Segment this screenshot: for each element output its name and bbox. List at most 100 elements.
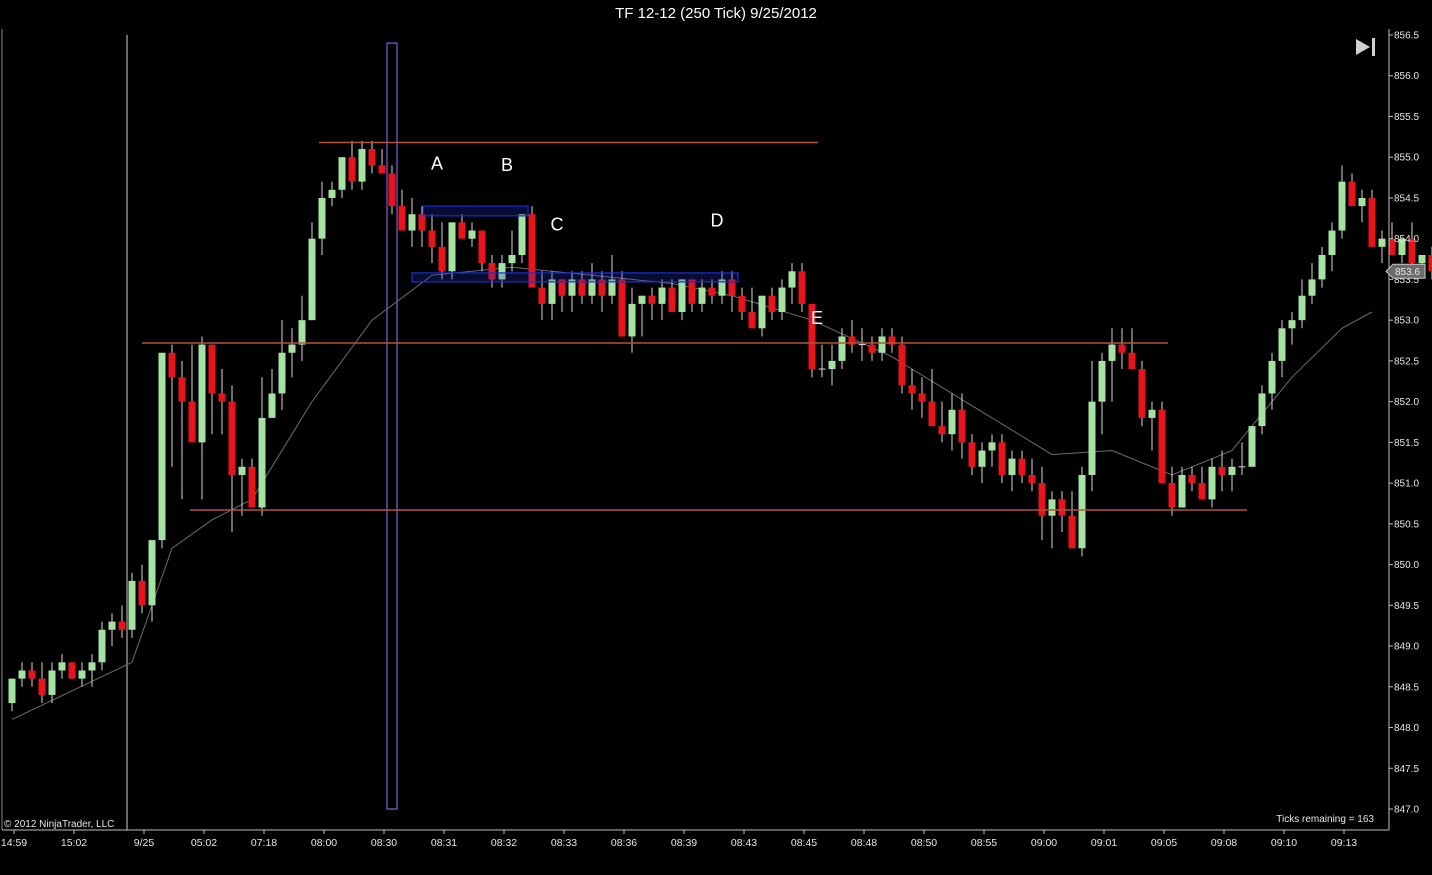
x-tick-label: 08:39: [671, 837, 697, 849]
candle-body-up: [508, 254, 516, 264]
candle-body-down: [618, 279, 626, 337]
candle-body-down: [218, 393, 226, 402]
candle-body-up: [268, 393, 276, 418]
candle-body-down: [438, 246, 446, 272]
ticks-remaining-text: Ticks remaining = 163: [1276, 814, 1374, 825]
candle-body-up: [988, 442, 996, 451]
candle-body-down: [1188, 474, 1196, 484]
zone-box: [422, 205, 529, 217]
candle-body-down: [918, 393, 926, 402]
plot-background: [2, 29, 1389, 830]
candle-body-down: [478, 230, 486, 264]
y-tick-label: 848.5: [1394, 682, 1419, 693]
x-tick-label: 09:13: [1331, 837, 1357, 849]
candle: [1368, 189, 1376, 247]
marker-d: D: [711, 210, 724, 230]
candle-body-up: [628, 303, 636, 337]
candle-body-up: [1338, 181, 1346, 231]
candle-body-up: [78, 670, 86, 679]
candle-body-down: [1198, 483, 1206, 500]
candle-body-up: [1048, 499, 1056, 516]
x-tick-label: 08:43: [731, 837, 757, 849]
candle-body-up: [338, 157, 346, 190]
candle-body-down: [178, 377, 186, 402]
candle-body-down: [398, 206, 406, 231]
candle: [158, 352, 166, 549]
x-tick-label: 07:18: [251, 837, 277, 849]
price-chart[interactable]: A B C D E 856.5 856.0 855.5 855.0 854.5 854.0 853.…: [0, 27, 1432, 875]
candle-body-down: [378, 165, 386, 174]
candle-body-down: [958, 409, 966, 443]
candle-body-up: [1328, 230, 1336, 255]
candle: [68, 662, 76, 679]
y-tick-label: 852.0: [1394, 397, 1419, 408]
y-tick-label: 847.5: [1394, 764, 1419, 775]
candle-body-up: [1088, 401, 1096, 475]
candle-body-down: [1218, 466, 1226, 475]
candle: [1428, 246, 1432, 280]
marker-e: E: [811, 308, 823, 328]
candle-body-up: [838, 336, 846, 361]
candle-body-down: [968, 442, 976, 467]
last-price-label-text: 853.6: [1395, 267, 1420, 278]
candle-body-up: [278, 352, 286, 394]
y-tick-label: 851.5: [1394, 438, 1419, 449]
candle-body-down: [418, 214, 426, 231]
candle-body-down: [68, 662, 76, 679]
candle-body-up: [1318, 254, 1326, 280]
candle-body-up: [308, 238, 316, 321]
candle-body-up: [88, 662, 96, 671]
candle-body-down: [738, 295, 746, 313]
candle-body-up: [238, 466, 246, 475]
candle-body-up: [298, 320, 306, 345]
candle-body-up: [1358, 197, 1366, 207]
x-tick-label: 9/25: [134, 837, 155, 849]
marker-b: B: [501, 155, 513, 175]
candle-body-down: [868, 344, 876, 353]
candle-body-up: [148, 540, 156, 606]
candle-body-up: [828, 360, 836, 370]
candle-body-up: [658, 287, 666, 304]
candle-body-down: [168, 352, 176, 378]
scroll-to-end-bar[interactable]: [1372, 38, 1375, 56]
candle-body-down: [998, 442, 1006, 475]
y-tick-label: 856.5: [1394, 31, 1419, 42]
candle-body-up: [128, 580, 136, 630]
candle-body-down: [138, 580, 146, 606]
y-tick-label: 855.5: [1394, 112, 1419, 123]
candle-body-up: [1258, 393, 1266, 427]
candle-body-up: [318, 197, 326, 239]
y-tick-label: 850.0: [1394, 560, 1419, 571]
candle-body-up: [948, 409, 956, 435]
candle-body-up: [1078, 474, 1086, 549]
y-tick-label: 850.5: [1394, 519, 1419, 530]
plot-area[interactable]: A B C D E: [2, 29, 1432, 830]
candle-body-up: [158, 352, 166, 541]
candle-body-up: [638, 295, 646, 304]
candle-body-down: [1168, 483, 1176, 508]
candle-body-up: [1268, 360, 1276, 394]
x-tick-label: 09:00: [1031, 837, 1057, 849]
copyright-text: © 2012 NinjaTrader, LLC: [4, 819, 114, 830]
candle-body-down: [228, 401, 236, 475]
candle-body-up: [48, 670, 56, 695]
y-tick-label: 853.0: [1394, 316, 1419, 327]
x-tick-label: 05:02: [191, 837, 217, 849]
candle-body-up: [518, 214, 526, 255]
candle-body-up: [468, 230, 476, 239]
candle-body-up: [108, 621, 116, 630]
candle-body-down: [688, 279, 696, 304]
y-tick-label: 849.5: [1394, 601, 1419, 612]
last-price-label: 853.6: [1385, 263, 1426, 279]
candle-body-up: [1278, 328, 1286, 361]
candle-body-down: [208, 344, 216, 394]
candle-body-down: [388, 173, 396, 207]
candle-body-up: [328, 189, 336, 198]
candle-body-up: [878, 336, 886, 353]
chart-title: TF 12-12 (250 Tick) 9/25/2012: [615, 5, 817, 22]
candle-body-down: [928, 401, 936, 427]
x-tick-label: 14:59: [1, 837, 27, 849]
candle-body-up: [258, 417, 266, 508]
candle: [448, 222, 456, 280]
candle-body-up: [8, 678, 16, 704]
